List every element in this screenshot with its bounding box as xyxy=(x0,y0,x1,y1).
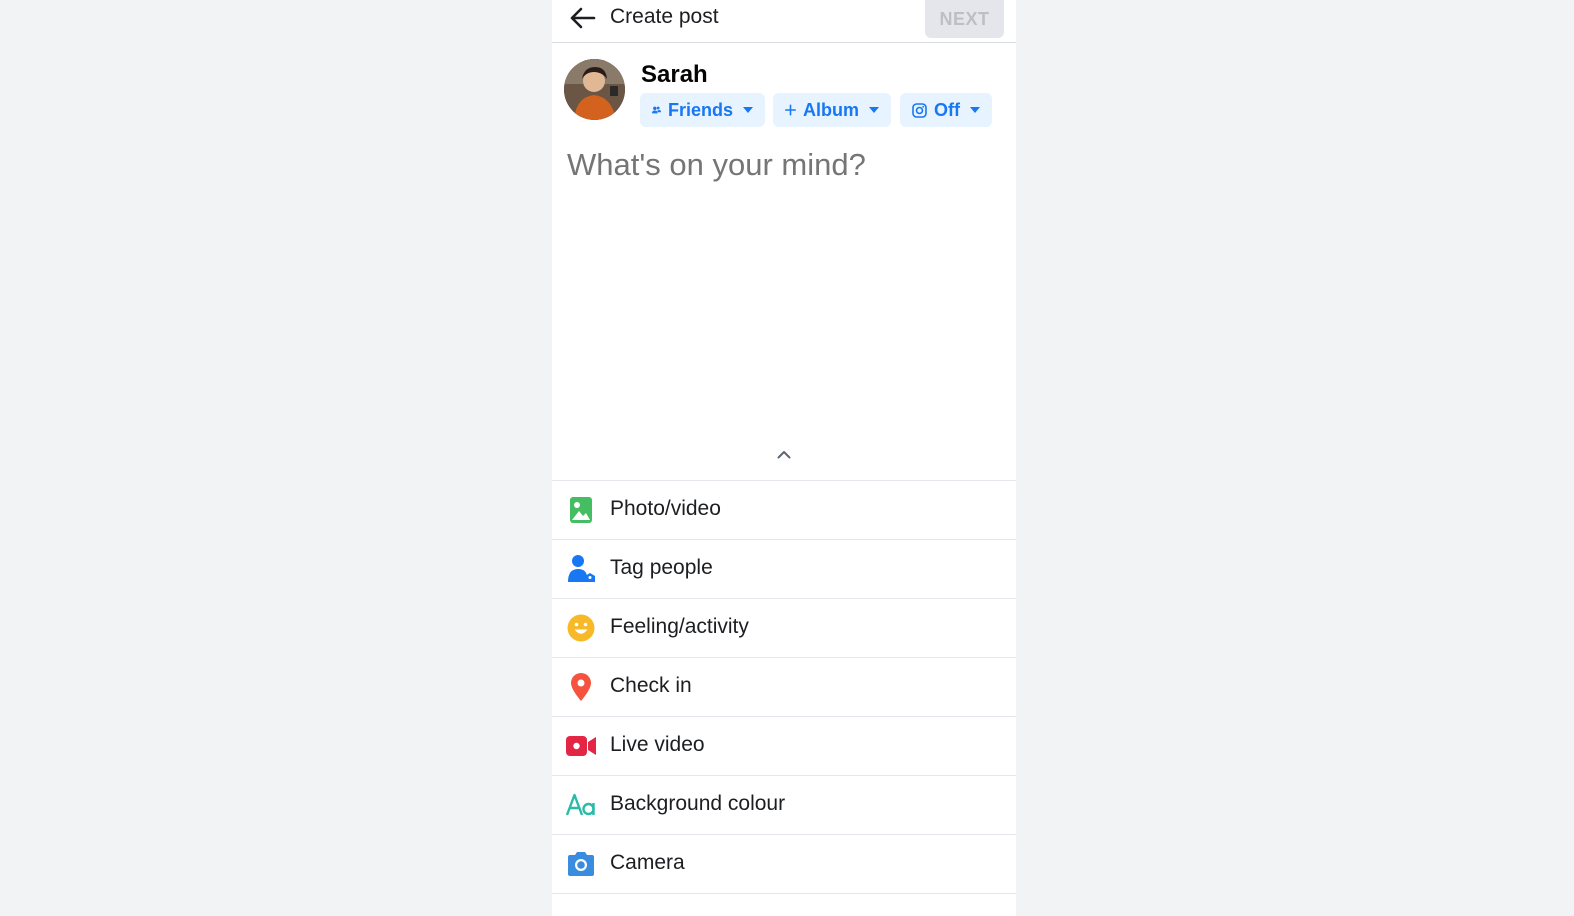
chevron-down-icon xyxy=(869,107,879,113)
instagram-icon xyxy=(912,102,927,118)
post-composer-input[interactable] xyxy=(567,147,997,183)
text-aa-icon xyxy=(566,790,596,820)
option-check-in[interactable]: Check in xyxy=(552,657,1016,716)
instagram-share-chip[interactable]: Off xyxy=(900,93,992,127)
option-partial-next[interactable] xyxy=(552,893,1016,916)
location-pin-icon xyxy=(566,672,596,702)
option-live-video[interactable]: Live video xyxy=(552,716,1016,775)
chevron-down-icon xyxy=(970,107,980,113)
partial-icon xyxy=(566,908,596,916)
audience-friends-chip[interactable]: Friends xyxy=(640,93,765,127)
photo-icon xyxy=(566,495,596,525)
next-button[interactable]: NEXT xyxy=(925,0,1004,38)
tag-people-icon xyxy=(566,554,596,584)
friends-chip-label: Friends xyxy=(667,99,733,120)
option-label: Camera xyxy=(610,851,685,874)
avatar[interactable] xyxy=(564,59,625,120)
arrow-left-icon xyxy=(570,7,596,29)
option-label: Photo/video xyxy=(610,497,721,520)
header-bar: Create post NEXT xyxy=(552,0,1016,43)
option-label: Background colour xyxy=(610,792,786,815)
option-label: Tag people xyxy=(610,556,713,579)
option-camera[interactable]: Camera xyxy=(552,834,1016,893)
album-chip[interactable]: Album xyxy=(773,93,891,127)
feeling-icon xyxy=(566,613,596,643)
page-title: Create post xyxy=(610,5,719,28)
post-options-list: Photo/video Tag people Feeling/activity … xyxy=(552,480,1016,916)
back-button[interactable] xyxy=(566,2,598,34)
option-label: Live video xyxy=(610,733,705,756)
create-post-screen: Create post NEXT Sarah Friends Album Off… xyxy=(552,0,1016,916)
live-video-icon xyxy=(566,731,596,761)
user-name: Sarah xyxy=(641,61,708,88)
chevron-down-icon xyxy=(743,107,753,113)
option-photo-video[interactable]: Photo/video xyxy=(552,480,1016,539)
option-label: Feeling/activity xyxy=(610,615,749,638)
camera-icon xyxy=(566,849,596,879)
option-label: Check in xyxy=(610,674,692,697)
instagram-chip-label: Off xyxy=(934,99,960,120)
album-chip-label: Album xyxy=(803,99,859,120)
expand-options-button[interactable] xyxy=(774,446,794,462)
plus-icon xyxy=(785,104,796,116)
friends-icon xyxy=(652,106,661,114)
option-background-colour[interactable]: Background colour xyxy=(552,775,1016,834)
chevron-up-icon xyxy=(777,450,791,458)
option-feeling-activity[interactable]: Feeling/activity xyxy=(552,598,1016,657)
option-tag-people[interactable]: Tag people xyxy=(552,539,1016,598)
